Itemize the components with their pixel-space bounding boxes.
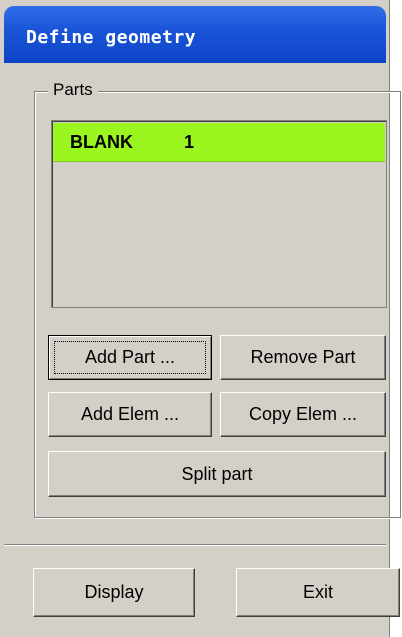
display-label: Display xyxy=(84,582,144,602)
title-bar: Define geometry xyxy=(4,6,386,63)
bottom-separator xyxy=(4,544,386,546)
part-name: BLANK xyxy=(70,132,133,152)
exit-button[interactable]: Exit xyxy=(236,568,400,617)
split-part-label: Split part xyxy=(181,463,253,484)
display-button[interactable]: Display xyxy=(33,568,195,617)
exit-label: Exit xyxy=(302,582,333,602)
remove-part-button[interactable]: Remove Part xyxy=(220,335,386,380)
remove-part-label: Remove Part xyxy=(250,347,356,367)
add-elem-button[interactable]: Add Elem ... xyxy=(48,392,212,437)
copy-elem-button[interactable]: Copy Elem ... xyxy=(220,392,386,437)
copy-elem-label: Copy Elem ... xyxy=(248,404,358,424)
parts-group-label: Parts xyxy=(48,80,98,100)
dialog-panel: Define geometry Parts BLANK 1 Add Part .… xyxy=(0,0,401,637)
split-part-button[interactable]: Split part xyxy=(48,451,386,497)
list-item-blank[interactable]: BLANK 1 xyxy=(53,123,385,162)
add-elem-label: Add Elem ... xyxy=(80,404,180,424)
window-title: Define geometry xyxy=(26,27,197,48)
part-id: 1 xyxy=(184,132,195,152)
add-part-button[interactable]: Add Part ... xyxy=(48,335,212,380)
add-part-label: Add Part ... xyxy=(84,347,176,367)
